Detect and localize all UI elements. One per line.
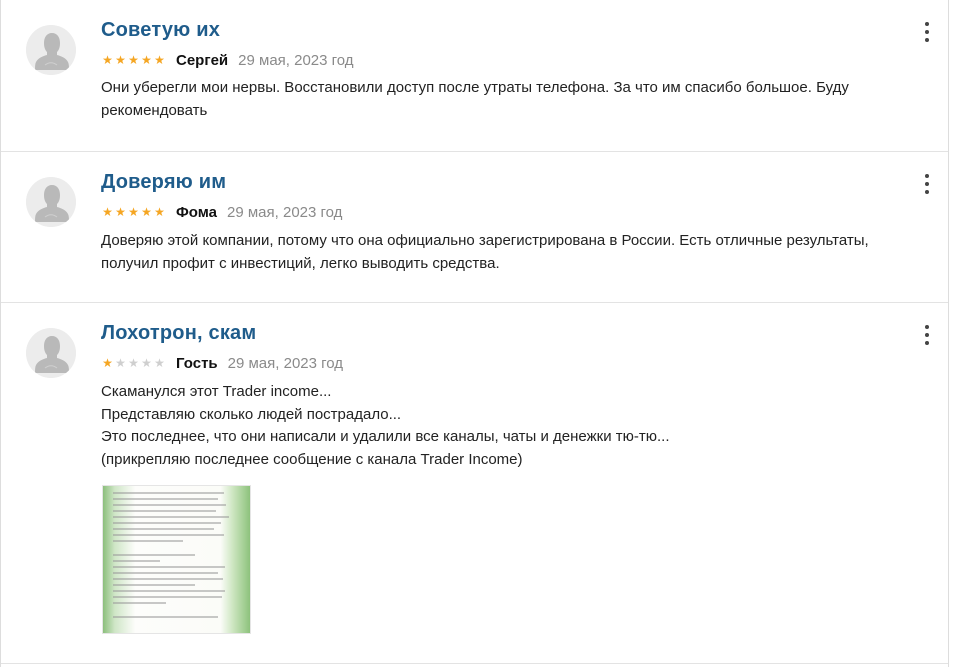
star-icon: ★	[141, 356, 152, 370]
review-card-1: Советую их ★ ★ ★ ★ ★ Сергей 29 мая, 2023…	[1, 0, 948, 152]
review-title: Советую их	[101, 19, 221, 41]
page-border-right	[948, 0, 949, 667]
user-silhouette-icon	[26, 177, 76, 227]
review-title: Доверяю им	[101, 171, 227, 193]
review-meta: ★ ★ ★ ★ ★ Гость 29 мая, 2023 год	[101, 354, 343, 372]
star-icon: ★	[102, 205, 113, 219]
star-icon: ★	[154, 356, 165, 370]
review-date: 29 мая, 2023 год	[238, 51, 354, 69]
review-author: Гость	[176, 354, 218, 372]
review-card-2: Доверяю им ★ ★ ★ ★ ★ Фома 29 мая, 2023 г…	[1, 152, 948, 303]
review-text-line: Доверяю этой компании, потому что она оф…	[101, 232, 869, 272]
more-vertical-icon-dot	[925, 30, 929, 34]
star-icon: ★	[128, 205, 139, 219]
more-vertical-icon-dot	[925, 190, 929, 194]
star-icon: ★	[102, 356, 113, 370]
more-vertical-icon-dot	[925, 182, 929, 186]
star-icon: ★	[102, 53, 113, 67]
review-text-line: Скаманулся этот Trader income...	[101, 383, 332, 400]
review-text-line: Они уберегли мои нервы. Восстановили дос…	[101, 79, 849, 119]
star-icon: ★	[128, 356, 139, 370]
star-icon: ★	[154, 53, 165, 67]
star-icon: ★	[154, 205, 165, 219]
review-author: Фома	[176, 203, 218, 221]
review-meta: ★ ★ ★ ★ ★ Сергей 29 мая, 2023 год	[101, 51, 354, 69]
more-options-button[interactable]	[919, 325, 935, 345]
user-silhouette-icon	[26, 25, 76, 75]
star-icon: ★	[128, 53, 139, 67]
more-vertical-icon	[925, 325, 929, 329]
user-silhouette-icon	[26, 328, 76, 378]
rating-stars: ★ ★ ★ ★ ★	[101, 206, 166, 218]
rating-stars: ★ ★ ★ ★ ★	[101, 357, 166, 369]
review-text-line: (прикрепляю последнее сообщение с канала…	[101, 450, 523, 468]
review-card-3: Лохотрон, скам ★ ★ ★ ★ ★ Гость 29 мая, 2…	[1, 303, 948, 664]
star-icon: ★	[141, 205, 152, 219]
more-vertical-icon-dot	[925, 38, 929, 42]
avatar[interactable]	[26, 328, 76, 378]
review-date: 29 мая, 2023 год	[227, 203, 343, 221]
star-icon: ★	[115, 356, 126, 370]
review-date: 29 мая, 2023 год	[227, 354, 344, 372]
more-options-button[interactable]	[919, 174, 935, 194]
avatar[interactable]	[26, 25, 76, 75]
review-title: Лохотрон, скам	[101, 322, 257, 344]
more-vertical-icon	[925, 22, 929, 26]
more-options-button[interactable]	[919, 22, 935, 42]
review-text: Они уберегли мои нервы. Восстановили дос…	[101, 77, 901, 122]
more-vertical-icon	[925, 174, 929, 178]
review-text: Скаманулся этот Trader income... Предста…	[101, 381, 901, 471]
star-icon: ★	[141, 53, 152, 67]
more-vertical-icon-dot	[925, 341, 929, 345]
attachment-image[interactable]	[102, 485, 251, 634]
review-text-line: Это последнее, что они написали и удалил…	[101, 428, 670, 445]
avatar[interactable]	[26, 177, 76, 227]
review-text: Доверяю этой компании, потому что она оф…	[101, 230, 901, 275]
rating-stars: ★ ★ ★ ★ ★	[101, 54, 166, 66]
review-meta: ★ ★ ★ ★ ★ Фома 29 мая, 2023 год	[101, 203, 342, 221]
star-icon: ★	[115, 205, 126, 219]
attachment-text-preview	[113, 492, 230, 622]
review-text-line: Представляю сколько людей пострадало...	[101, 405, 402, 423]
star-icon: ★	[115, 53, 126, 67]
more-vertical-icon-dot	[925, 333, 929, 337]
review-author: Сергей	[176, 51, 229, 69]
